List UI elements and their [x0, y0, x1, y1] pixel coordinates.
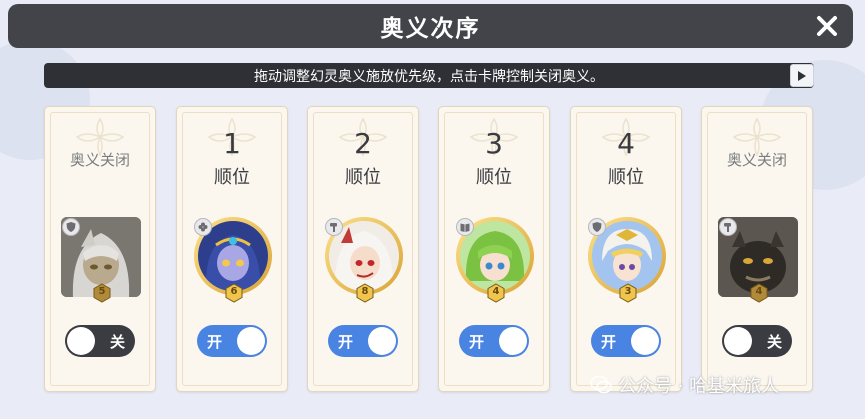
level-badge: 8 [355, 283, 375, 303]
close-icon [817, 16, 837, 36]
skill-card[interactable]: 3 顺位 4 开 [438, 106, 550, 392]
skill-card[interactable]: 4 顺位 3 开 [570, 106, 682, 392]
character-portrait: 5 [61, 217, 141, 303]
close-button[interactable] [813, 12, 841, 40]
hint-text: 拖动调整幻灵奥义施放优先级，点击卡牌控制关闭奥义。 [254, 68, 604, 85]
level-value: 6 [230, 286, 238, 297]
skill-card[interactable]: 奥义关闭 5 关 [44, 106, 156, 392]
toggle-knob [237, 327, 265, 355]
toggle-label: 开 [601, 333, 617, 351]
watermark-text: 公众号 · 哈基米旅人 [618, 376, 780, 397]
rank-label: 顺位 [345, 167, 381, 188]
level-value: 5 [98, 286, 106, 297]
play-icon [798, 70, 806, 81]
level-value: 4 [755, 286, 763, 297]
shield-icon [588, 218, 606, 236]
rank-number: 1 [223, 127, 241, 160]
character-portrait: 4 [456, 217, 534, 303]
toggle-label: 开 [338, 333, 354, 351]
skill-toggle[interactable]: 关 [65, 325, 135, 357]
dialog-title: 奥义次序 [380, 16, 481, 42]
skill-card[interactable]: 1 顺位 6 开 [176, 106, 288, 392]
skill-toggle[interactable]: 关 [722, 325, 792, 357]
skill-toggle[interactable]: 开 [197, 325, 267, 357]
toggle-knob [67, 327, 95, 355]
rank-label: 顺位 [476, 167, 512, 188]
level-badge: 4 [486, 283, 506, 303]
skill-toggle[interactable]: 开 [591, 325, 661, 357]
hammer-icon [719, 218, 737, 236]
hint-bar: 拖动调整幻灵奥义施放优先级，点击卡牌控制关闭奥义。 [44, 63, 814, 88]
closed-label: 奥义关闭 [726, 151, 787, 169]
skill-toggle[interactable]: 开 [459, 325, 529, 357]
toggle-label: 关 [109, 333, 125, 351]
level-value: 8 [361, 286, 369, 297]
toggle-knob [631, 327, 659, 355]
toggle-label: 开 [469, 333, 485, 351]
shield-icon [62, 218, 80, 236]
character-portrait: 8 [325, 217, 403, 303]
level-badge: 3 [618, 283, 638, 303]
watermark: 公众号 · 哈基米旅人 [590, 372, 779, 398]
toggle-label: 开 [207, 333, 223, 351]
character-portrait: 3 [588, 217, 666, 303]
level-value: 3 [624, 286, 632, 297]
rank-label: 顺位 [608, 167, 644, 188]
level-value: 4 [492, 286, 500, 297]
level-badge: 5 [92, 283, 112, 303]
character-portrait: 4 [718, 217, 798, 303]
hammer-icon [325, 218, 343, 236]
skill-card[interactable]: 2 顺位 8 开 [307, 106, 419, 392]
toggle-knob [368, 327, 396, 355]
toggle-label: 关 [766, 333, 782, 351]
wechat-icon [590, 375, 612, 394]
level-badge: 6 [224, 283, 244, 303]
dialog-header: 奥义次序 [8, 4, 853, 48]
rank-number: 3 [485, 127, 503, 160]
book-icon [456, 218, 474, 236]
skill-card[interactable]: 奥义关闭 4 关 [701, 106, 813, 392]
character-portrait: 6 [194, 217, 272, 303]
rank-number: 4 [617, 127, 635, 160]
level-badge: 4 [749, 283, 769, 303]
flower-icon [194, 218, 212, 236]
closed-label: 奥义关闭 [69, 151, 130, 169]
play-button[interactable] [790, 64, 814, 87]
rank-number: 2 [354, 127, 372, 160]
rank-label: 顺位 [214, 167, 250, 188]
toggle-knob [724, 327, 752, 355]
toggle-knob [499, 327, 527, 355]
skill-toggle[interactable]: 开 [328, 325, 398, 357]
